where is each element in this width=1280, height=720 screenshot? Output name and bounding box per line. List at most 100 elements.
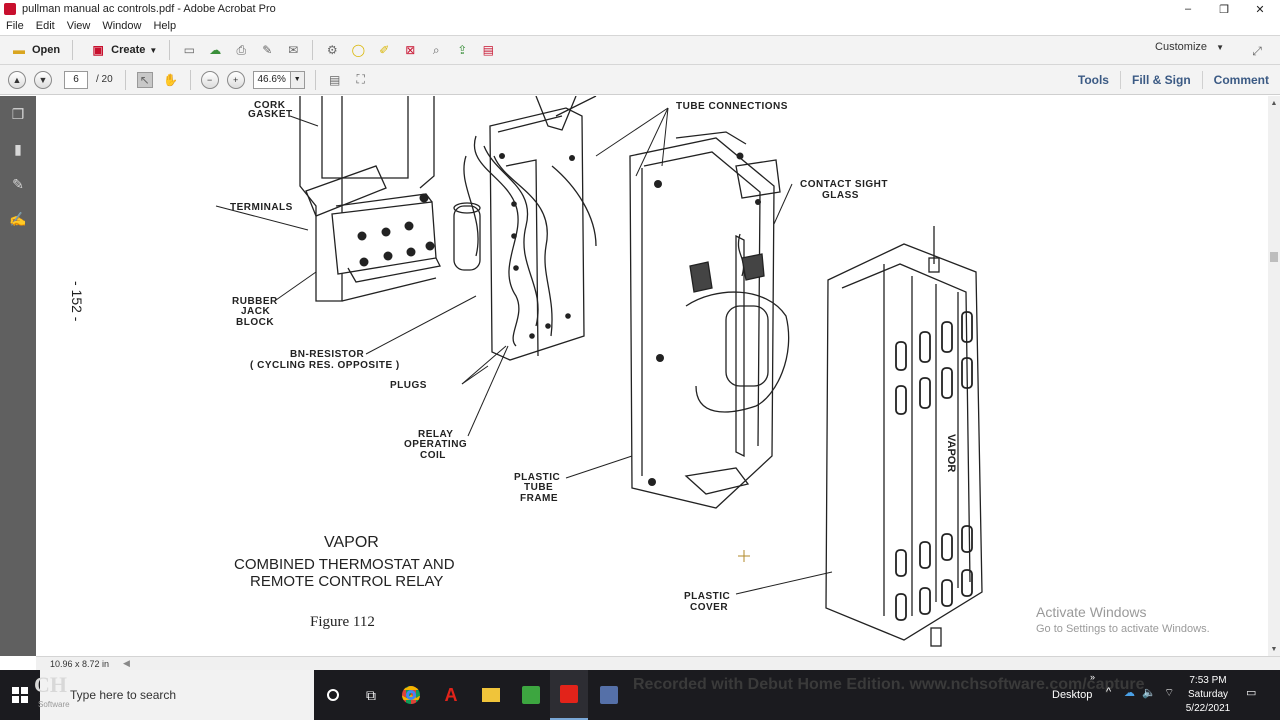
task-view-button[interactable]: ⧉ <box>352 670 390 720</box>
toolbar-divider <box>314 69 316 90</box>
nch-logo: CH <box>34 672 67 697</box>
toolbar-chevron-icon[interactable]: » <box>1090 672 1095 682</box>
caption-line3: REMOTE CONTROL RELAY <box>250 573 443 590</box>
tools-panel-link[interactable]: Tools <box>1067 71 1120 89</box>
plugs-label: PLUGS <box>390 380 427 391</box>
menu-file[interactable]: File <box>0 20 30 32</box>
email-icon[interactable]: ✉ <box>285 42 301 58</box>
select-cursor-icon[interactable]: ↖ <box>136 71 153 88</box>
notifications-icon[interactable]: ▭ <box>1246 686 1256 699</box>
open-button[interactable]: ▬ Open <box>0 38 66 62</box>
close-button[interactable]: ✕ <box>1242 0 1278 18</box>
document-page[interactable]: - 152 - VAPOR CORK GASKET TERMINALS RUBB… <box>36 96 1268 656</box>
signatures-icon[interactable]: ✍ <box>8 209 28 229</box>
chrome-taskbar-app[interactable] <box>392 670 430 720</box>
task-view-icon: ⧉ <box>366 686 376 703</box>
acrobat-pro-taskbar-app[interactable] <box>550 670 588 720</box>
highlight-icon[interactable]: ✐ <box>376 42 392 58</box>
acrobat-taskbar-app[interactable]: A <box>432 670 470 720</box>
contact-label-1: CONTACT SIGHT <box>800 179 888 190</box>
cycling-label: ( CYCLING RES. OPPOSITE ) <box>250 360 400 371</box>
menu-edit[interactable]: Edit <box>30 20 61 32</box>
hand-tool-icon[interactable]: ✋ <box>163 72 179 88</box>
print-icon[interactable]: ⎙ <box>233 42 249 58</box>
scroll-up-arrow-icon[interactable]: ▲ <box>1268 98 1280 110</box>
chrome-icon <box>402 686 420 704</box>
cover-label-2: COVER <box>690 602 728 613</box>
fit-page-icon[interactable]: ▤ <box>327 72 343 88</box>
activate-windows-watermark: Activate Windows Go to Settings to activ… <box>1036 604 1210 635</box>
search-placeholder: Type here to search <box>70 688 177 702</box>
cover-label-1: PLASTIC <box>684 591 730 602</box>
edit-icon[interactable]: ✎ <box>259 42 275 58</box>
scroll-down-arrow-icon[interactable]: ▼ <box>1268 644 1280 656</box>
toolbar-divider <box>124 69 126 90</box>
debut-recorder-icon <box>600 686 618 704</box>
show-hidden-icons-icon[interactable]: ^ <box>1106 686 1111 698</box>
green-app-taskbar-app[interactable] <box>512 670 550 720</box>
page-thumbnails-icon[interactable]: ❐ <box>8 104 28 124</box>
green-app-icon <box>522 686 540 704</box>
bookmarks-icon[interactable]: ▮ <box>8 139 28 159</box>
full-screen-icon[interactable]: ⛶ <box>353 72 369 88</box>
comment-bubble-icon[interactable]: ◯ <box>350 42 366 58</box>
scroll-thumb[interactable] <box>1270 252 1278 262</box>
page-number-input[interactable]: 6 <box>64 70 88 89</box>
cortana-circle-icon <box>327 689 339 701</box>
search-document-icon[interactable]: ⌕ <box>428 42 444 58</box>
chevron-down-icon: ▼ <box>293 76 301 83</box>
relay-diagram-drawing: - 152 - VAPOR CORK GASKET TERMINALS RUBB… <box>69 96 983 647</box>
form-icon[interactable]: ▤ <box>480 42 496 58</box>
customize-dropdown[interactable]: Customize ▼ <box>1155 41 1224 53</box>
previous-page-button[interactable]: ▲ <box>8 70 26 89</box>
bn-resistor-label: BN-RESISTOR <box>290 349 364 360</box>
restore-button[interactable]: ❐ <box>1206 0 1242 18</box>
comment-panel-link[interactable]: Comment <box>1201 71 1280 89</box>
page-number: - 152 - <box>69 281 85 322</box>
zoom-dropdown[interactable]: ▼ <box>290 70 305 89</box>
menu-bar: File Edit View Window Help <box>0 18 1280 34</box>
menu-help[interactable]: Help <box>147 20 182 32</box>
frame-label-2: TUBE <box>524 482 553 493</box>
fill-sign-panel-link[interactable]: Fill & Sign <box>1119 71 1202 89</box>
taskbar-search-box[interactable]: Type here to search <box>40 670 314 720</box>
zoom-level-input[interactable]: 46.6% <box>252 70 291 89</box>
cortana-button[interactable] <box>314 670 352 720</box>
onedrive-cloud-icon[interactable]: ☁ <box>1124 686 1135 699</box>
network-icon[interactable]: ⌔ <box>1164 686 1174 700</box>
customize-label: Customize <box>1155 41 1208 53</box>
create-button[interactable]: ▣ Create ▼ <box>79 38 163 62</box>
acrobat-icon: A <box>444 684 458 705</box>
system-clock[interactable]: 7:53 PM Saturday 5/22/2021 <box>1178 674 1238 716</box>
expand-icon[interactable]: ⤢ <box>1249 43 1265 59</box>
file-explorer-taskbar-app[interactable] <box>472 670 510 720</box>
zoom-in-button[interactable]: + <box>226 70 245 89</box>
caption-vapor: VAPOR <box>324 534 379 551</box>
export-icon[interactable]: ⇪ <box>454 42 470 58</box>
volume-icon[interactable]: 🔈 <box>1142 686 1156 699</box>
folder-icon <box>482 688 500 702</box>
next-page-button[interactable]: ▼ <box>34 70 52 89</box>
acrobat-pro-icon <box>560 685 578 703</box>
upload-cloud-icon[interactable]: ☁ <box>207 42 223 58</box>
toolbar-divider <box>312 40 314 60</box>
save-icon[interactable]: ▭ <box>181 42 197 58</box>
activate-title: Activate Windows <box>1036 604 1147 620</box>
debut-recorder-taskbar-app[interactable] <box>590 670 628 720</box>
chevron-down-icon: ▼ <box>149 45 158 55</box>
acrobat-app-icon <box>4 3 16 15</box>
menu-window[interactable]: Window <box>96 20 147 32</box>
attachments-paperclip-icon[interactable]: ✎ <box>8 174 28 194</box>
menu-view[interactable]: View <box>61 20 97 32</box>
minimize-button[interactable]: ‒ <box>1170 0 1206 18</box>
zoom-out-button[interactable]: − <box>200 70 219 89</box>
settings-gear-icon[interactable]: ⚙ <box>324 42 340 58</box>
desktop-toolbar-label[interactable]: Desktop <box>1052 689 1092 701</box>
caption-line2: COMBINED THERMOSTAT AND <box>234 556 455 573</box>
redact-icon[interactable]: ⊠ <box>402 42 418 58</box>
scroll-left-arrow-icon[interactable]: ◀ <box>123 658 130 669</box>
tube-connections-label: TUBE CONNECTIONS <box>676 101 788 112</box>
status-bar: 10.96 x 8.72 in ◀ <box>36 656 1280 670</box>
navigation-toolbar: ▲ ▼ 6 / 20 ↖ ✋ − + 46.6% ▼ ▤ ⛶ Tools Fil… <box>0 65 1280 95</box>
vertical-scrollbar[interactable]: ▲ ▼ <box>1268 96 1280 656</box>
